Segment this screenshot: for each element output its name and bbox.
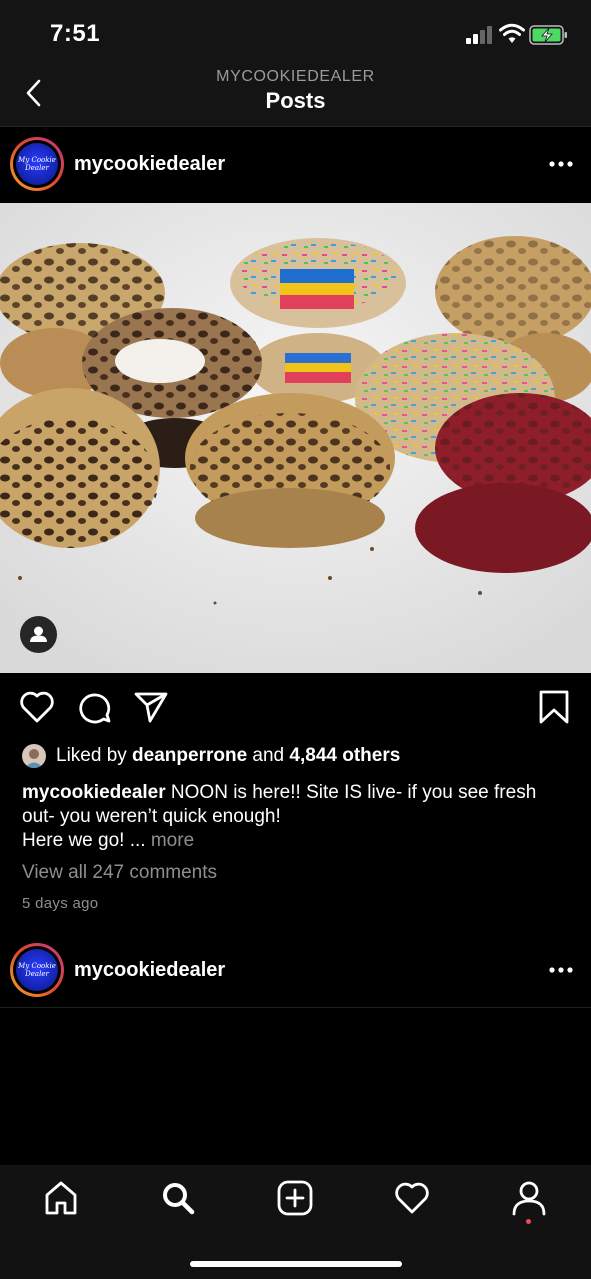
caption-more-link[interactable]: more [151,830,194,851]
post-photo[interactable] [0,203,591,673]
caption-username[interactable]: mycookiedealer [22,782,166,803]
post-username[interactable]: mycookiedealer [74,959,225,982]
home-indicator[interactable] [190,1261,402,1267]
post-username[interactable]: mycookiedealer [74,153,225,176]
home-icon[interactable] [43,1180,79,1216]
cookie-dealer-logo: My Cookie Dealer [16,143,58,185]
likes-count[interactable]: 4,844 others [289,745,400,766]
more-options-icon[interactable] [548,160,574,168]
notification-dot [526,1219,531,1224]
activity-heart-icon[interactable] [394,1181,430,1215]
tagged-users-button[interactable] [20,616,57,653]
search-icon[interactable] [160,1180,196,1216]
heart-icon[interactable] [19,690,55,724]
divider [0,1007,591,1008]
post-timestamp: 5 days ago [22,895,99,912]
profile-icon[interactable] [511,1180,547,1216]
post-avatar[interactable]: My Cookie Dealer [10,943,64,997]
cookie-dealer-logo: My Cookie Dealer [16,949,58,991]
liked-by-username[interactable]: deanperrone [132,745,247,766]
wifi-icon [499,23,525,43]
add-post-icon[interactable] [277,1180,313,1216]
likes-summary[interactable]: Liked by deanperrone and 4,844 others [56,745,400,767]
battery-charging-icon [529,25,567,45]
cellular-signal-icon [466,26,492,44]
post-caption: mycookiedealer NOON is here!! Site IS li… [22,782,537,851]
cookies-image [0,203,591,673]
account-name: MYCOOKIEDEALER [216,68,375,85]
liked-by-avatar[interactable] [22,744,46,768]
post-avatar[interactable]: My Cookie Dealer [10,137,64,191]
send-icon[interactable] [133,690,169,724]
view-all-comments-link[interactable]: View all 247 comments [22,862,217,884]
bookmark-icon[interactable] [538,689,570,725]
more-options-icon[interactable] [548,966,574,974]
comment-icon[interactable] [78,690,112,724]
user-tag-icon [30,626,47,642]
status-time: 7:51 [50,20,101,47]
page-title: Posts [265,88,326,113]
